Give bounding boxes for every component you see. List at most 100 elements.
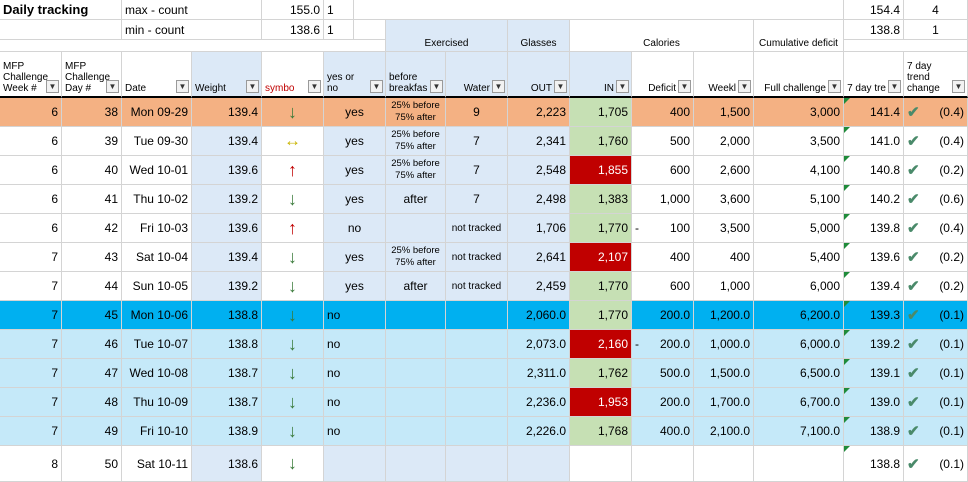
symbol-cell[interactable]: ↑ [262, 214, 324, 243]
filter-dropdown-icon[interactable]: ▼ [430, 80, 443, 93]
before-breakfast-cell[interactable]: 25% before 75% after [386, 98, 446, 127]
trend-change-cell[interactable]: ✔ (0.2) [904, 156, 968, 185]
date-cell[interactable]: Thu 10-09 [122, 388, 192, 417]
water-cell[interactable] [446, 446, 508, 482]
calories-in-cell[interactable]: 1,770 [570, 272, 632, 301]
filter-dropdown-icon[interactable]: ▼ [738, 80, 751, 93]
water-header[interactable]: Water ▼ [446, 52, 508, 98]
trend-cell[interactable]: 139.8 [844, 214, 904, 243]
symbol-cell[interactable]: ↓ [262, 185, 324, 214]
group-exercised[interactable]: Exercised [386, 20, 508, 52]
filter-dropdown-icon[interactable]: ▼ [246, 80, 259, 93]
weight-cell[interactable]: 138.7 [192, 388, 262, 417]
calories-out-cell[interactable]: 2,073.0 [508, 330, 570, 359]
symbol-cell[interactable]: ↓ [262, 98, 324, 127]
before-breakfast-cell[interactable] [386, 446, 446, 482]
filter-dropdown-icon[interactable]: ▼ [106, 80, 119, 93]
day-cell[interactable]: 38 [62, 98, 122, 127]
group-calories[interactable]: Calories [570, 20, 754, 52]
trend-cell[interactable]: 138.9 [844, 417, 904, 446]
calories-out-cell[interactable]: 1,706 [508, 214, 570, 243]
deficit-cell[interactable]: 200.0 [632, 301, 694, 330]
symbol-cell[interactable]: ↔ [262, 127, 324, 156]
day-cell[interactable]: 42 [62, 214, 122, 243]
date-cell[interactable]: Thu 10-02 [122, 185, 192, 214]
exercised-cell[interactable]: no [324, 388, 386, 417]
max-count[interactable]: 1 [324, 0, 354, 20]
weekly-deficit-cell[interactable]: 1,500 [694, 98, 754, 127]
trend-change-cell[interactable]: ✔ (0.1) [904, 330, 968, 359]
filter-dropdown-icon[interactable]: ▼ [828, 80, 841, 93]
trend-change-cell[interactable]: ✔ (0.1) [904, 417, 968, 446]
weekly-deficit-cell[interactable]: 3,600 [694, 185, 754, 214]
filter-dropdown-icon[interactable]: ▼ [554, 80, 567, 93]
date-cell[interactable]: Sat 10-11 [122, 446, 192, 482]
before-breakfast-cell[interactable]: 25% before 75% after [386, 127, 446, 156]
water-cell[interactable]: not tracked [446, 243, 508, 272]
symbol-cell[interactable]: ↓ [262, 330, 324, 359]
trend-change-cell[interactable]: ✔ (0.1) [904, 301, 968, 330]
deficit-cell[interactable]: 400 [632, 243, 694, 272]
calories-in-cell[interactable]: 1,855 [570, 156, 632, 185]
weight-cell[interactable]: 138.6 [192, 446, 262, 482]
deficit-cell[interactable]: 500.0 [632, 359, 694, 388]
calories-out-cell[interactable] [508, 446, 570, 482]
weekly-deficit-cell[interactable]: 2,100.0 [694, 417, 754, 446]
filter-dropdown-icon[interactable]: ▼ [888, 80, 901, 93]
min-count-label[interactable]: min - count [122, 20, 262, 40]
before-breakfast-header[interactable]: before breakfas ▼ [386, 52, 446, 98]
before-breakfast-cell[interactable] [386, 388, 446, 417]
day-cell[interactable]: 43 [62, 243, 122, 272]
weekly-deficit-cell[interactable]: 1,000.0 [694, 330, 754, 359]
calories-in-cell[interactable]: 1,762 [570, 359, 632, 388]
weekly-deficit-cell[interactable]: 1,000 [694, 272, 754, 301]
trend-cell[interactable]: 139.3 [844, 301, 904, 330]
week-cell[interactable]: 6 [0, 214, 62, 243]
calories-in-cell[interactable]: 1,770 [570, 214, 632, 243]
water-cell[interactable]: not tracked [446, 214, 508, 243]
trend-change-cell[interactable]: ✔ (0.4) [904, 127, 968, 156]
calories-out-cell[interactable]: 2,223 [508, 98, 570, 127]
trend-min-count[interactable]: 1 [904, 20, 968, 40]
full-challenge-cell[interactable]: 7,100.0 [754, 417, 844, 446]
calories-out-cell[interactable]: 2,459 [508, 272, 570, 301]
group-glasses[interactable]: Glasses [508, 20, 570, 52]
week-header[interactable]: MFP Challenge Week # ▼ [0, 52, 62, 98]
exercised-cell[interactable]: no [324, 214, 386, 243]
symbol-cell[interactable]: ↓ [262, 243, 324, 272]
empty-cell[interactable] [0, 20, 122, 40]
min-count[interactable]: 1 [324, 20, 354, 40]
weight-cell[interactable]: 139.6 [192, 214, 262, 243]
out-header[interactable]: OUT ▼ [508, 52, 570, 98]
full-challenge-cell[interactable]: 6,700.0 [754, 388, 844, 417]
water-cell[interactable] [446, 330, 508, 359]
day-cell[interactable]: 48 [62, 388, 122, 417]
deficit-cell[interactable]: 1,000 [632, 185, 694, 214]
deficit-header[interactable]: Deficit ▼ [632, 52, 694, 98]
exercised-cell[interactable]: no [324, 330, 386, 359]
deficit-cell[interactable]: 600 [632, 272, 694, 301]
trend-cell[interactable]: 139.1 [844, 359, 904, 388]
day-header[interactable]: MFP Challenge Day # ▼ [62, 52, 122, 98]
day-cell[interactable]: 40 [62, 156, 122, 185]
date-cell[interactable]: Wed 10-08 [122, 359, 192, 388]
trend-max-count[interactable]: 4 [904, 0, 968, 20]
weight-cell[interactable]: 139.4 [192, 127, 262, 156]
calories-out-cell[interactable]: 2,311.0 [508, 359, 570, 388]
weight-cell[interactable]: 138.9 [192, 417, 262, 446]
before-breakfast-cell[interactable]: after [386, 185, 446, 214]
min-value[interactable]: 138.6 [262, 20, 324, 40]
week-cell[interactable]: 6 [0, 185, 62, 214]
exercised-header[interactable]: yes or no ▼ [324, 52, 386, 98]
week-cell[interactable]: 7 [0, 272, 62, 301]
weight-header[interactable]: Weight ▼ [192, 52, 262, 98]
exercised-cell[interactable] [324, 446, 386, 482]
before-breakfast-cell[interactable]: 25% before 75% after [386, 243, 446, 272]
deficit-cell[interactable]: 400.0 [632, 417, 694, 446]
date-cell[interactable]: Wed 10-01 [122, 156, 192, 185]
calories-in-cell[interactable] [570, 446, 632, 482]
week-cell[interactable]: 7 [0, 243, 62, 272]
empty-cell[interactable] [844, 40, 968, 52]
calories-in-cell[interactable]: 1,953 [570, 388, 632, 417]
deficit-cell[interactable]: - 200.0 [632, 330, 694, 359]
